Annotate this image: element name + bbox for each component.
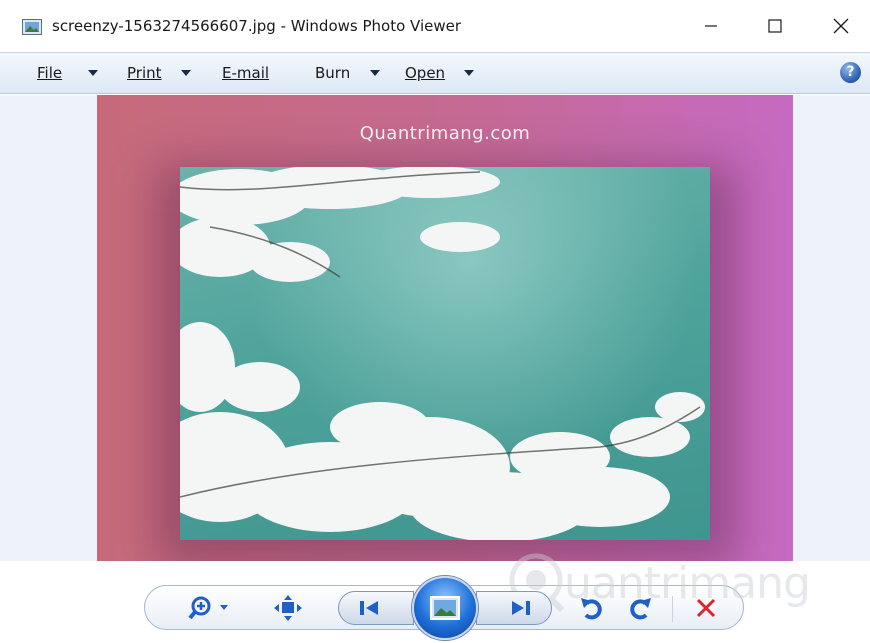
zoom-icon bbox=[188, 596, 228, 620]
previous-icon bbox=[360, 601, 378, 615]
toolbar-separator bbox=[672, 596, 673, 622]
menu-email[interactable]: E-mail bbox=[222, 64, 269, 82]
burn-dropdown-arrow-icon[interactable] bbox=[370, 70, 380, 76]
delete-icon bbox=[696, 598, 716, 618]
rotate-right-button[interactable] bbox=[624, 593, 656, 623]
close-button[interactable] bbox=[812, 0, 870, 52]
help-icon[interactable]: ? bbox=[840, 62, 861, 83]
slideshow-icon bbox=[430, 596, 460, 620]
zoom-button[interactable] bbox=[186, 593, 236, 623]
menu-burn[interactable]: Burn bbox=[315, 64, 350, 82]
title-bar: screenzy-1563274566607.jpg - Windows Pho… bbox=[0, 0, 870, 52]
actual-size-icon bbox=[274, 595, 302, 621]
file-dropdown-arrow-icon[interactable] bbox=[88, 70, 98, 76]
rotate-left-icon bbox=[581, 598, 602, 620]
menu-print[interactable]: Print bbox=[127, 64, 162, 82]
actual-size-button[interactable] bbox=[272, 593, 304, 623]
menu-bar: File Print E-mail Burn Open ? bbox=[0, 52, 870, 94]
watermark: uantrimang bbox=[506, 540, 846, 620]
print-dropdown-arrow-icon[interactable] bbox=[181, 70, 191, 76]
photo-viewer-icon bbox=[22, 19, 42, 35]
previous-button[interactable] bbox=[338, 591, 414, 625]
rotate-right-icon bbox=[630, 598, 651, 620]
displayed-image: Quantrimang.com bbox=[97, 95, 793, 561]
delete-button[interactable] bbox=[690, 593, 722, 623]
image-viewer: Quantrimang.com bbox=[0, 95, 870, 561]
maximize-button[interactable] bbox=[746, 0, 804, 52]
close-icon bbox=[833, 18, 849, 34]
maximize-icon bbox=[768, 19, 782, 33]
menu-open[interactable]: Open bbox=[405, 64, 445, 82]
menu-file[interactable]: File bbox=[37, 64, 62, 82]
blossom-branches bbox=[180, 167, 705, 540]
open-dropdown-arrow-icon[interactable] bbox=[464, 70, 474, 76]
image-caption: Quantrimang.com bbox=[359, 123, 531, 144]
cherry-blossom-photo bbox=[180, 167, 710, 540]
minimize-icon bbox=[705, 25, 717, 27]
window-title: screenzy-1563274566607.jpg - Windows Pho… bbox=[52, 17, 462, 35]
minimize-button[interactable] bbox=[682, 0, 740, 52]
next-icon bbox=[512, 601, 530, 615]
rotate-left-button[interactable] bbox=[576, 593, 608, 623]
slideshow-button[interactable] bbox=[412, 576, 478, 640]
next-button[interactable] bbox=[476, 591, 552, 625]
